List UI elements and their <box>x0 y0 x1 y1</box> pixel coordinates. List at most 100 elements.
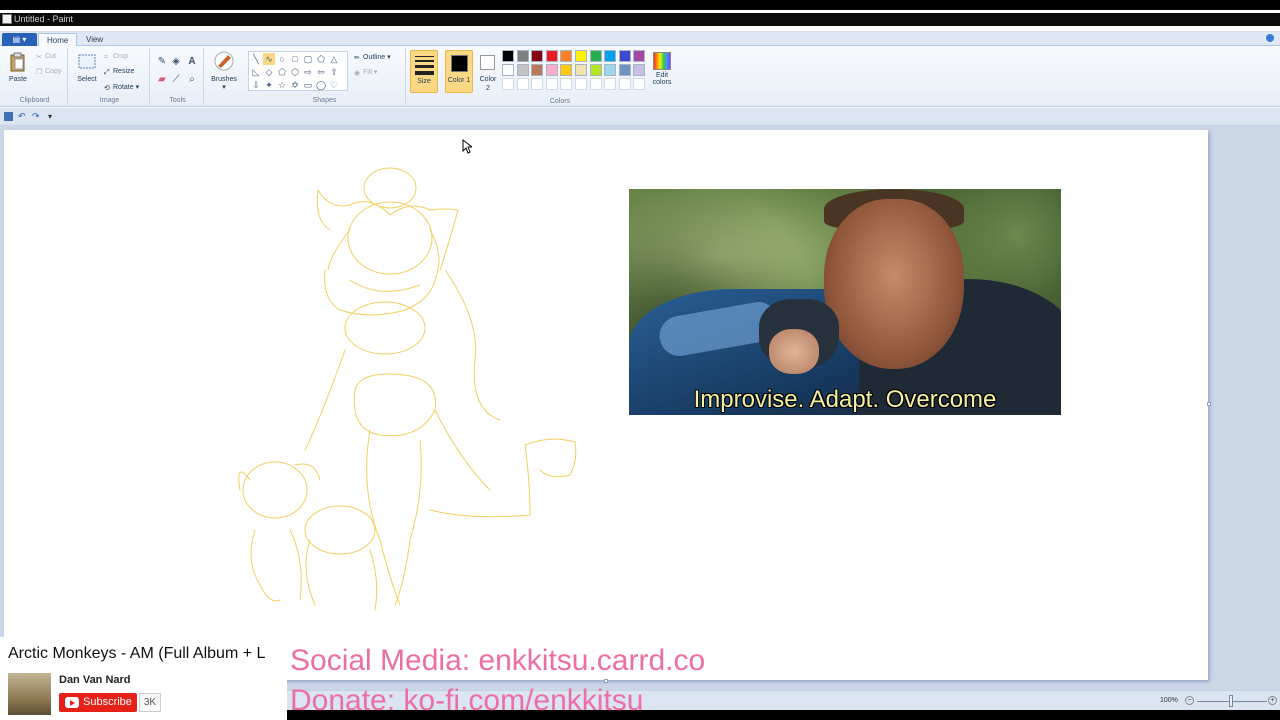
undo-icon[interactable]: ↶ <box>18 112 27 121</box>
palette-swatch[interactable] <box>589 50 602 62</box>
callout-rect-shape-icon[interactable]: ▭ <box>302 79 314 91</box>
custom-palette-slot[interactable] <box>589 78 602 90</box>
color2-button[interactable]: Color 2 <box>477 50 499 93</box>
palette-swatch[interactable] <box>531 50 544 62</box>
custom-palette-slot[interactable] <box>575 78 587 90</box>
cut-button[interactable]: ✂ Cut <box>36 53 56 61</box>
pentagon-shape-icon[interactable]: ⬠ <box>276 66 288 78</box>
subscribe-button[interactable]: Subscribe <box>59 693 137 712</box>
callout-oval-shape-icon[interactable]: ◯ <box>315 79 327 91</box>
custom-palette-slot[interactable] <box>516 78 529 90</box>
color2-swatch <box>480 55 495 70</box>
palette-swatch[interactable] <box>502 64 514 76</box>
paste-label: Paste <box>9 76 27 83</box>
palette-swatch[interactable] <box>604 64 617 76</box>
palette-swatch[interactable] <box>545 50 558 62</box>
palette-swatch[interactable] <box>575 50 587 62</box>
palette-swatch[interactable] <box>589 64 602 76</box>
help-icon[interactable] <box>1266 34 1274 42</box>
six-point-star-shape-icon[interactable]: ✡ <box>289 79 301 91</box>
song-title[interactable]: Arctic Monkeys - AM (Full Album + L <box>8 645 265 663</box>
canvas-resize-handle-right[interactable] <box>1207 402 1211 406</box>
copy-label: Copy <box>45 68 62 75</box>
channel-name[interactable]: Dan Van Nard <box>59 674 131 686</box>
curve-shape-icon[interactable]: ∿ <box>263 53 275 65</box>
brushes-button[interactable]: Brushes ▾ <box>208 50 240 91</box>
size-button[interactable]: Size <box>410 50 438 93</box>
rotate-button[interactable]: ⟲ Rotate ▾ <box>104 83 139 92</box>
customize-qat-icon[interactable]: ▾ <box>48 112 57 121</box>
ribbon: Paste ✂ Cut ❐ Copy Clipboard Select ⌗ Crop … <box>0 46 1280 107</box>
color1-button[interactable]: Color 1 <box>445 50 473 93</box>
magnifier-icon[interactable]: ⌕ <box>186 74 198 86</box>
canvas-resize-handle-bottom[interactable] <box>604 679 608 683</box>
copy-button[interactable]: ❐ Copy <box>36 68 62 76</box>
oval-shape-icon[interactable]: ○ <box>276 53 288 65</box>
triangle-shape-icon[interactable]: △ <box>328 53 340 65</box>
custom-palette-slot[interactable] <box>604 78 617 90</box>
palette-swatch[interactable] <box>545 64 558 76</box>
palette-swatch[interactable] <box>604 50 617 62</box>
palette-swatch[interactable] <box>502 50 514 62</box>
pencil-icon[interactable]: ✎ <box>156 56 168 68</box>
rotate-icon: ⟲ <box>104 85 110 92</box>
palette-swatch[interactable] <box>633 50 646 62</box>
redo-icon[interactable]: ↷ <box>32 112 41 121</box>
outline-icon: ✏ <box>354 55 360 62</box>
brushes-dropdown-icon: ▾ <box>222 84 226 91</box>
custom-palette-slot[interactable] <box>502 78 514 90</box>
palette-swatch[interactable] <box>560 50 573 62</box>
palette-swatch[interactable] <box>618 64 631 76</box>
tab-view[interactable]: View <box>78 33 111 47</box>
left-arrow-shape-icon[interactable]: ⇦ <box>315 66 327 78</box>
file-menu-button[interactable]: ▤ ▾ <box>2 33 37 46</box>
paint-app-icon[interactable] <box>2 14 12 24</box>
fill-button[interactable]: ◉ Fill ▾ <box>354 68 377 77</box>
diamond-shape-icon[interactable]: ◇ <box>263 66 275 78</box>
fill-bucket-icon[interactable]: ◈ <box>170 56 182 68</box>
palette-swatch[interactable] <box>531 64 544 76</box>
line-shape-icon[interactable]: ╲ <box>250 53 262 65</box>
meme-image[interactable]: Improvise. Adapt. Overcome <box>629 189 1061 415</box>
save-icon[interactable] <box>4 112 13 121</box>
down-arrow-shape-icon[interactable]: ⇩ <box>250 79 262 91</box>
zoom-slider-thumb[interactable] <box>1229 695 1233 707</box>
outline-button[interactable]: ✏ Outline ▾ <box>354 53 391 62</box>
yellow-character-sketch <box>238 167 577 611</box>
eraser-icon[interactable]: ▰ <box>156 74 168 86</box>
quick-access-toolbar: ↶ ↷ ▾ <box>0 108 1280 126</box>
four-point-star-shape-icon[interactable]: ✦ <box>263 79 275 91</box>
palette-swatch[interactable] <box>633 64 646 76</box>
custom-palette-slot[interactable] <box>633 78 646 90</box>
channel-avatar[interactable] <box>8 673 51 715</box>
palette-swatch[interactable] <box>575 64 587 76</box>
zoom-out-button[interactable]: − <box>1185 696 1194 705</box>
select-button[interactable]: Select <box>74 52 100 83</box>
custom-palette-slot[interactable] <box>531 78 544 90</box>
palette-swatch[interactable] <box>516 50 529 62</box>
edit-colors-button[interactable]: Edit colors <box>650 52 674 86</box>
custom-palette-slot[interactable] <box>560 78 573 90</box>
palette-swatch[interactable] <box>618 50 631 62</box>
five-point-star-shape-icon[interactable]: ☆ <box>276 79 288 91</box>
outline-label: Outline <box>363 54 386 61</box>
polygon-shape-icon[interactable]: ⬠ <box>315 53 327 65</box>
rounded-rectangle-shape-icon[interactable]: ▢ <box>302 53 314 65</box>
crop-button[interactable]: ⌗ Crop <box>104 53 128 61</box>
right-arrow-shape-icon[interactable]: ⇨ <box>302 66 314 78</box>
resize-button[interactable]: ⤢ Resize <box>104 68 134 76</box>
custom-palette-slot[interactable] <box>545 78 558 90</box>
custom-palette-slot[interactable] <box>618 78 631 90</box>
palette-swatch[interactable] <box>516 64 529 76</box>
tab-home[interactable]: Home <box>38 33 78 47</box>
up-arrow-shape-icon[interactable]: ⇧ <box>328 66 340 78</box>
rectangle-shape-icon[interactable]: □ <box>289 53 301 65</box>
text-tool-icon[interactable]: A <box>186 56 198 68</box>
palette-swatch[interactable] <box>560 64 573 76</box>
zoom-in-button[interactable]: + <box>1268 696 1277 705</box>
heart-shape-icon[interactable]: ♡ <box>328 79 340 91</box>
color-picker-icon[interactable]: ⟋ <box>170 74 182 86</box>
right-triangle-shape-icon[interactable]: ◺ <box>250 66 262 78</box>
hexagon-shape-icon[interactable]: ⬡ <box>289 66 301 78</box>
paste-button[interactable]: Paste <box>6 52 30 83</box>
